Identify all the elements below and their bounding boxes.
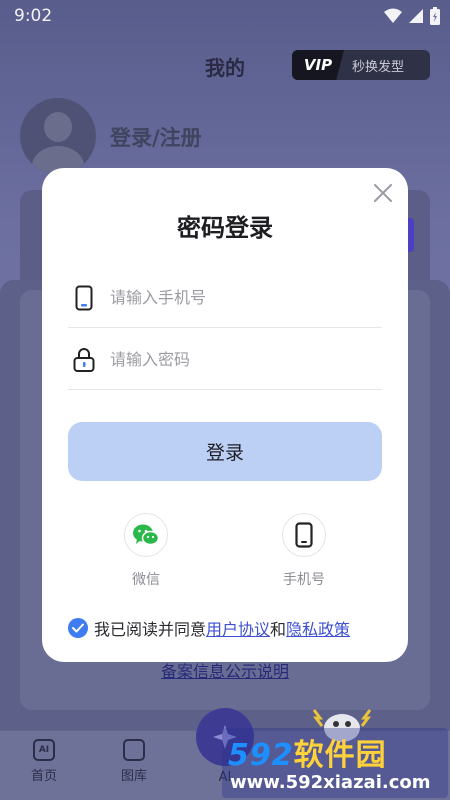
- dialog-title: 密码登录: [177, 214, 273, 242]
- wifi-icon: [384, 8, 402, 23]
- phone-field: [68, 268, 382, 328]
- vip-badge: VIP: [292, 50, 344, 80]
- phone-login-option[interactable]: 手机号: [274, 513, 334, 589]
- wechat-login-label: 微信: [132, 572, 160, 588]
- gallery-icon: [123, 739, 145, 761]
- vip-promo-pill[interactable]: VIP 秒换发型: [292, 50, 430, 80]
- close-button[interactable]: [370, 180, 396, 206]
- password-input[interactable]: [110, 350, 370, 369]
- tab-gallery[interactable]: 图库: [104, 739, 164, 784]
- close-icon: [374, 184, 392, 202]
- wechat-icon: [133, 524, 160, 546]
- phone-icon: [70, 284, 98, 312]
- watermark-brand-text: 软件园: [293, 738, 387, 773]
- mobile-phone-icon: [295, 522, 313, 548]
- phone-login-circle: [282, 513, 326, 557]
- wechat-login-circle: [124, 513, 168, 557]
- privacy-policy-link[interactable]: 隐私政策: [286, 616, 350, 640]
- checkmark-icon: [72, 623, 84, 633]
- agreement-row: 我已阅读并同意 用户协议和隐私政策: [68, 616, 388, 640]
- tab-home[interactable]: AI 首页: [14, 739, 74, 784]
- vip-promo-text: 秒换发型: [352, 59, 405, 75]
- agreement-prefix: 我已阅读并同意: [94, 620, 207, 639]
- login-button[interactable]: 登录: [68, 422, 382, 481]
- watermark-brand-number: 592: [228, 738, 294, 773]
- login-register-link[interactable]: 登录/注册: [110, 122, 202, 152]
- watermark-url: www.592xiazai.com: [230, 772, 431, 793]
- agreement-checkbox[interactable]: [68, 618, 88, 638]
- avatar[interactable]: [20, 98, 96, 174]
- user-agreement-link[interactable]: 用户协议: [206, 616, 270, 640]
- tab-home-label: 首页: [30, 769, 57, 784]
- phone-input[interactable]: [110, 288, 370, 307]
- status-icons: [384, 7, 440, 25]
- status-bar: 9:02: [0, 0, 450, 32]
- avatar-head-shape: [44, 112, 72, 142]
- login-dialog: 密码登录 登录 微信 手机号: [42, 168, 408, 662]
- phone-login-label: 手机号: [283, 572, 325, 588]
- wechat-login-option[interactable]: 微信: [116, 513, 176, 589]
- signal-icon: [409, 9, 423, 23]
- watermark-brand: 592软件园: [228, 730, 387, 774]
- password-field: [68, 330, 382, 390]
- agreement-and: 和: [270, 620, 287, 639]
- tab-gallery-label: 图库: [120, 769, 147, 784]
- status-time: 9:02: [14, 6, 53, 26]
- watermark-logo: 592软件园 www.592xiazai.com: [222, 728, 448, 798]
- lock-icon: [70, 346, 98, 374]
- battery-icon: [430, 7, 440, 25]
- ai-home-icon: AI: [33, 739, 55, 761]
